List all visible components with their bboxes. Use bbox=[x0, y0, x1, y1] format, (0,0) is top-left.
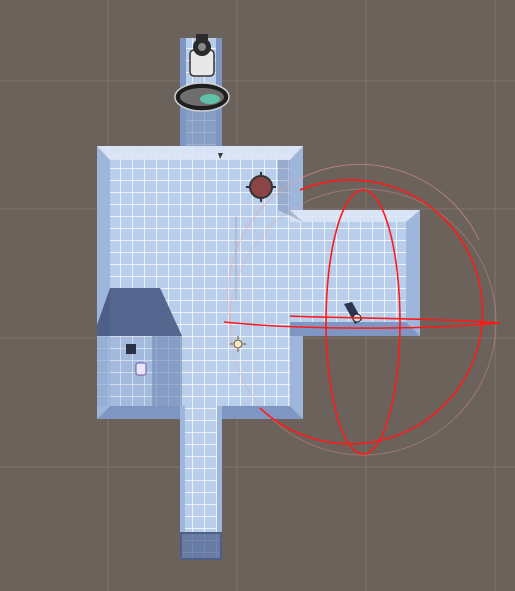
scene-view[interactable] bbox=[0, 0, 515, 591]
bottom-corridor[interactable] bbox=[180, 406, 222, 560]
reflection-probe-icon[interactable] bbox=[174, 82, 230, 112]
